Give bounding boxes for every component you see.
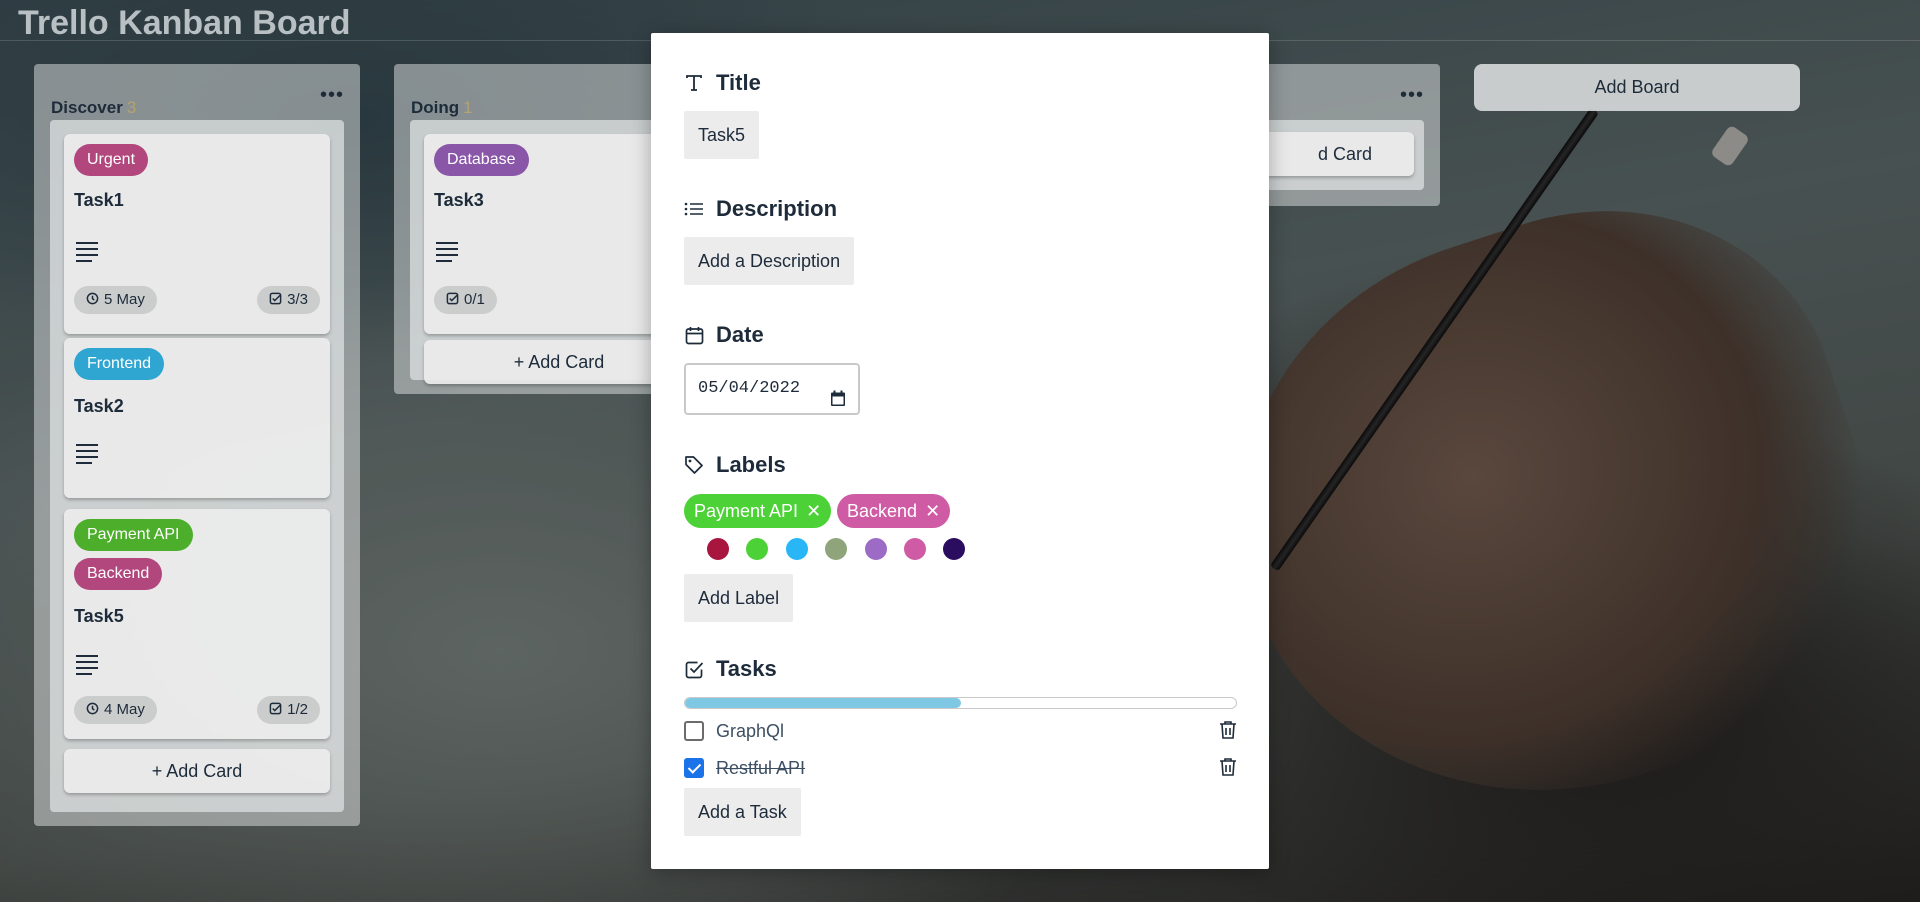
column-title: Doing 1 <box>411 98 473 117</box>
close-icon[interactable]: ✕ <box>806 501 821 521</box>
card-task1[interactable]: Urgent Task1 5 May 3/3 <box>64 134 330 334</box>
column-count: 3 <box>126 98 137 117</box>
section-heading: Description <box>716 196 838 221</box>
card-label: Backend <box>74 558 163 590</box>
add-board-button[interactable]: Add Board <box>1474 64 1800 111</box>
color-swatch[interactable] <box>943 538 965 560</box>
checkbox-icon <box>684 659 704 679</box>
board-column-3: ••• d Card <box>1240 64 1440 206</box>
description-icon <box>76 242 98 266</box>
color-swatch[interactable] <box>825 538 847 560</box>
column-card-list: Urgent Task1 5 May 3/3 Frontend Task2 Pa… <box>50 120 344 812</box>
tag-icon <box>684 455 704 475</box>
add-task-button[interactable]: Add a Task <box>684 788 801 836</box>
card-title: Task5 <box>74 606 124 626</box>
check-square-icon <box>269 702 282 715</box>
color-swatch[interactable] <box>904 538 926 560</box>
trash-icon[interactable] <box>1219 757 1237 782</box>
section-heading: Date <box>716 322 764 347</box>
label-tag: Backend ✕ <box>837 494 951 528</box>
text-t-icon <box>684 73 704 93</box>
card-task5[interactable]: Payment API Backend Task5 4 May 1/2 <box>64 509 330 739</box>
close-icon[interactable]: ✕ <box>925 501 940 521</box>
task-item: Restful API <box>684 756 1237 782</box>
color-swatch[interactable] <box>707 538 729 560</box>
add-card-button[interactable]: + Add Card <box>64 749 330 793</box>
column-title: Discover 3 <box>51 98 137 117</box>
add-description-button[interactable]: Add a Description <box>684 237 855 285</box>
task-checkbox[interactable] <box>684 758 704 778</box>
task-text: GraphQl <box>716 721 785 741</box>
description-icon <box>76 655 98 679</box>
tasks-progress-fill <box>685 698 961 708</box>
date-section-header: Date <box>684 322 764 348</box>
tasks-section-header: Tasks <box>684 656 777 682</box>
trash-icon[interactable] <box>1219 720 1237 745</box>
tasks-chip: 0/1 <box>434 286 497 314</box>
clock-icon <box>86 292 99 305</box>
card-label: Urgent <box>74 144 149 176</box>
card-label: Payment API <box>74 519 193 551</box>
task-text: Restful API <box>716 758 806 778</box>
check-square-icon <box>269 292 282 305</box>
list-icon <box>684 199 704 219</box>
card-title: Task3 <box>434 190 484 210</box>
card-title: Task2 <box>74 396 124 416</box>
date-input[interactable]: 05/04/2022 <box>684 363 860 415</box>
card-label: Frontend <box>74 348 165 380</box>
color-swatch[interactable] <box>865 538 887 560</box>
card-label: Database <box>434 144 529 176</box>
task-checkbox[interactable] <box>684 721 704 741</box>
color-swatch[interactable] <box>746 538 768 560</box>
card-detail-modal: Title Task5 Description Add a Descriptio… <box>651 33 1269 869</box>
tasks-chip: 3/3 <box>257 286 320 314</box>
tasks-progress-bar <box>684 697 1237 709</box>
label-tag: Payment API ✕ <box>684 494 832 528</box>
add-label-button[interactable]: Add Label <box>684 574 794 622</box>
calendar-icon <box>684 325 704 345</box>
description-icon <box>76 444 98 468</box>
description-section-header: Description <box>684 196 837 222</box>
description-icon <box>436 242 458 266</box>
task-item: GraphQl <box>684 719 1237 745</box>
labels-section-header: Labels <box>684 452 786 478</box>
title-edit-button[interactable]: Task5 <box>684 111 760 159</box>
check-square-icon <box>446 292 459 305</box>
more-dots-icon[interactable]: ••• <box>1400 84 1424 107</box>
board-column-doing: Doing 1 Database Task3 0/1 + Add Card <box>394 64 694 394</box>
section-heading: Tasks <box>716 656 777 681</box>
title-section-header: Title <box>684 70 761 96</box>
card-title: Task1 <box>74 190 124 210</box>
clock-icon <box>86 702 99 715</box>
section-heading: Labels <box>716 452 786 477</box>
date-chip: 5 May <box>74 286 157 314</box>
date-chip: 4 May <box>74 696 157 724</box>
color-swatch[interactable] <box>786 538 808 560</box>
board-title: Trello Kanban Board <box>18 4 351 42</box>
column-count: 1 <box>463 98 473 117</box>
tasks-chip: 1/2 <box>257 696 320 724</box>
calendar-icon[interactable] <box>830 380 846 428</box>
more-dots-icon[interactable]: ••• <box>320 84 344 107</box>
board-column-discover: Discover 3 ••• Urgent Task1 5 May 3/3 Fro… <box>34 64 360 826</box>
card-task2[interactable]: Frontend Task2 <box>64 338 330 498</box>
section-heading: Title <box>716 70 761 95</box>
